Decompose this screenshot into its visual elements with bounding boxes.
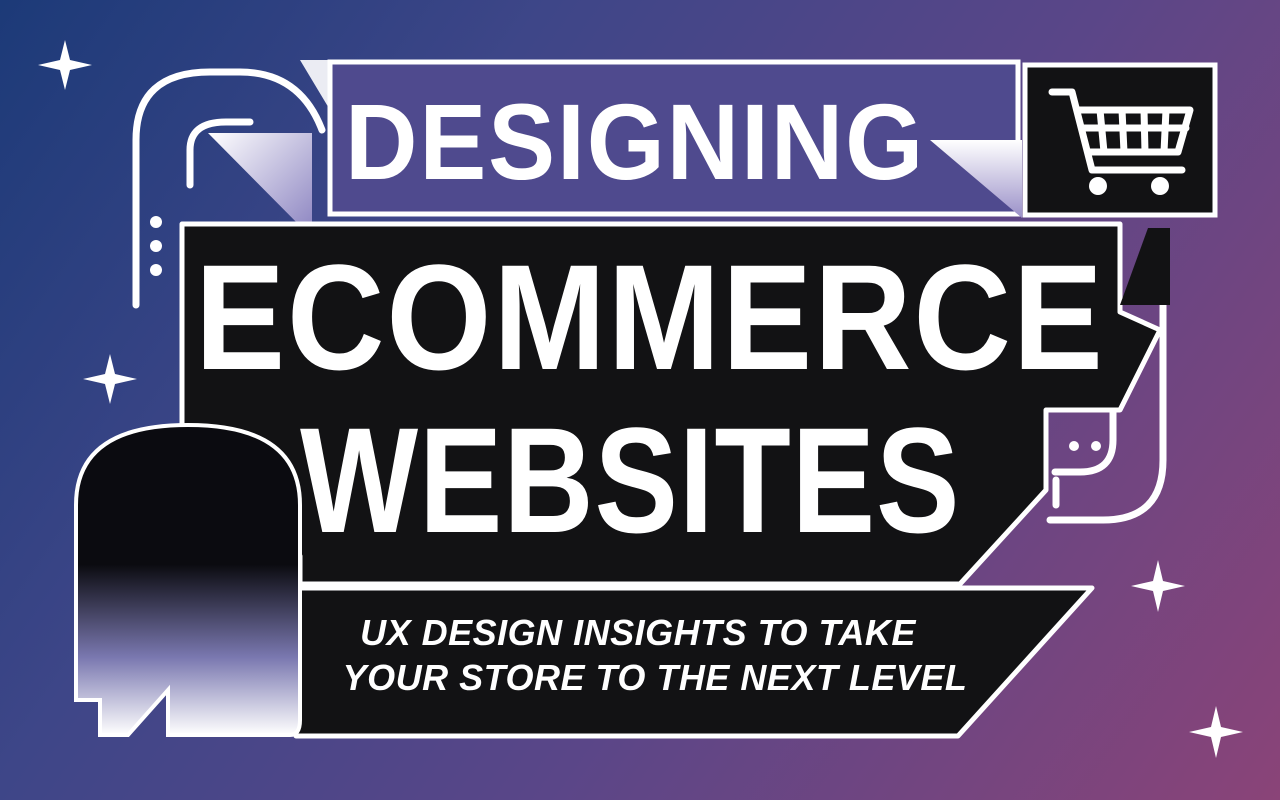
sparkle-icon — [38, 40, 92, 90]
corner-accent — [1120, 228, 1170, 305]
subtitle-line-2: YOUR STORE TO THE NEXT LEVEL — [342, 657, 968, 698]
dots-icon — [150, 216, 162, 276]
dots-icon — [1069, 441, 1101, 451]
title-line-ecommerce: ECOMMERCE — [195, 233, 1105, 401]
sparkle-icon — [1131, 560, 1185, 612]
title-line-websites: WEBSITES — [300, 396, 961, 564]
sparkle-icon — [83, 354, 137, 404]
subtitle-line-1: UX DESIGN INSIGHTS TO TAKE — [360, 612, 916, 653]
title-line-designing: DESIGNING — [345, 81, 926, 202]
arch-silhouette — [74, 422, 302, 737]
sparkle-icon — [1189, 706, 1243, 758]
